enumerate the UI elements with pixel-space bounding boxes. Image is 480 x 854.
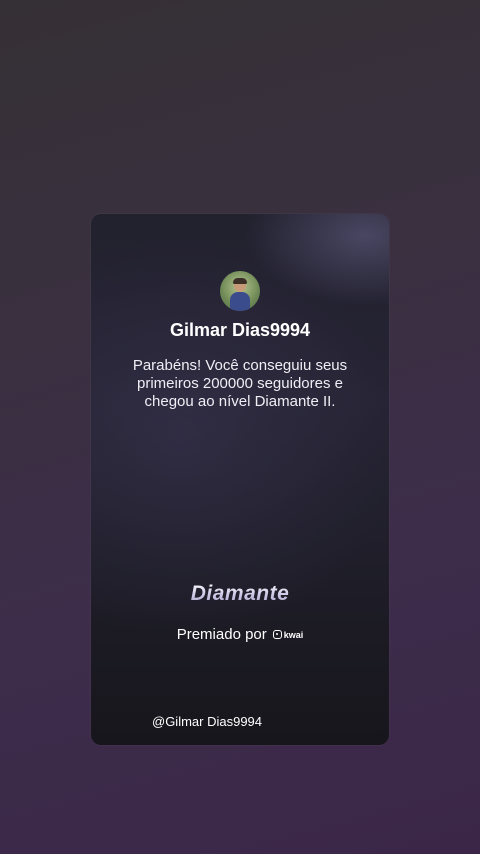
achievement-message: Parabéns! Você conseguiu seus primeiros …: [132, 357, 348, 410]
avatar-hair: [233, 278, 247, 284]
kwai-logo-icon: kwai: [272, 629, 304, 640]
avatar-shirt: [230, 292, 250, 311]
achievement-card: Gilmar Dias9994 Parabéns! Você conseguiu…: [91, 214, 389, 745]
user-name: Gilmar Dias9994: [169, 320, 311, 340]
awarded-by-label: Premiado por: [176, 626, 267, 643]
level-title: Diamante: [91, 582, 389, 606]
user-handle: @Gilmar Dias9994: [152, 714, 263, 729]
kwai-logo-text: kwai: [283, 629, 304, 640]
awarded-by-line: Premiado por kwai: [91, 626, 389, 643]
kwai-mark-icon: [272, 630, 282, 639]
avatar[interactable]: [220, 271, 260, 311]
